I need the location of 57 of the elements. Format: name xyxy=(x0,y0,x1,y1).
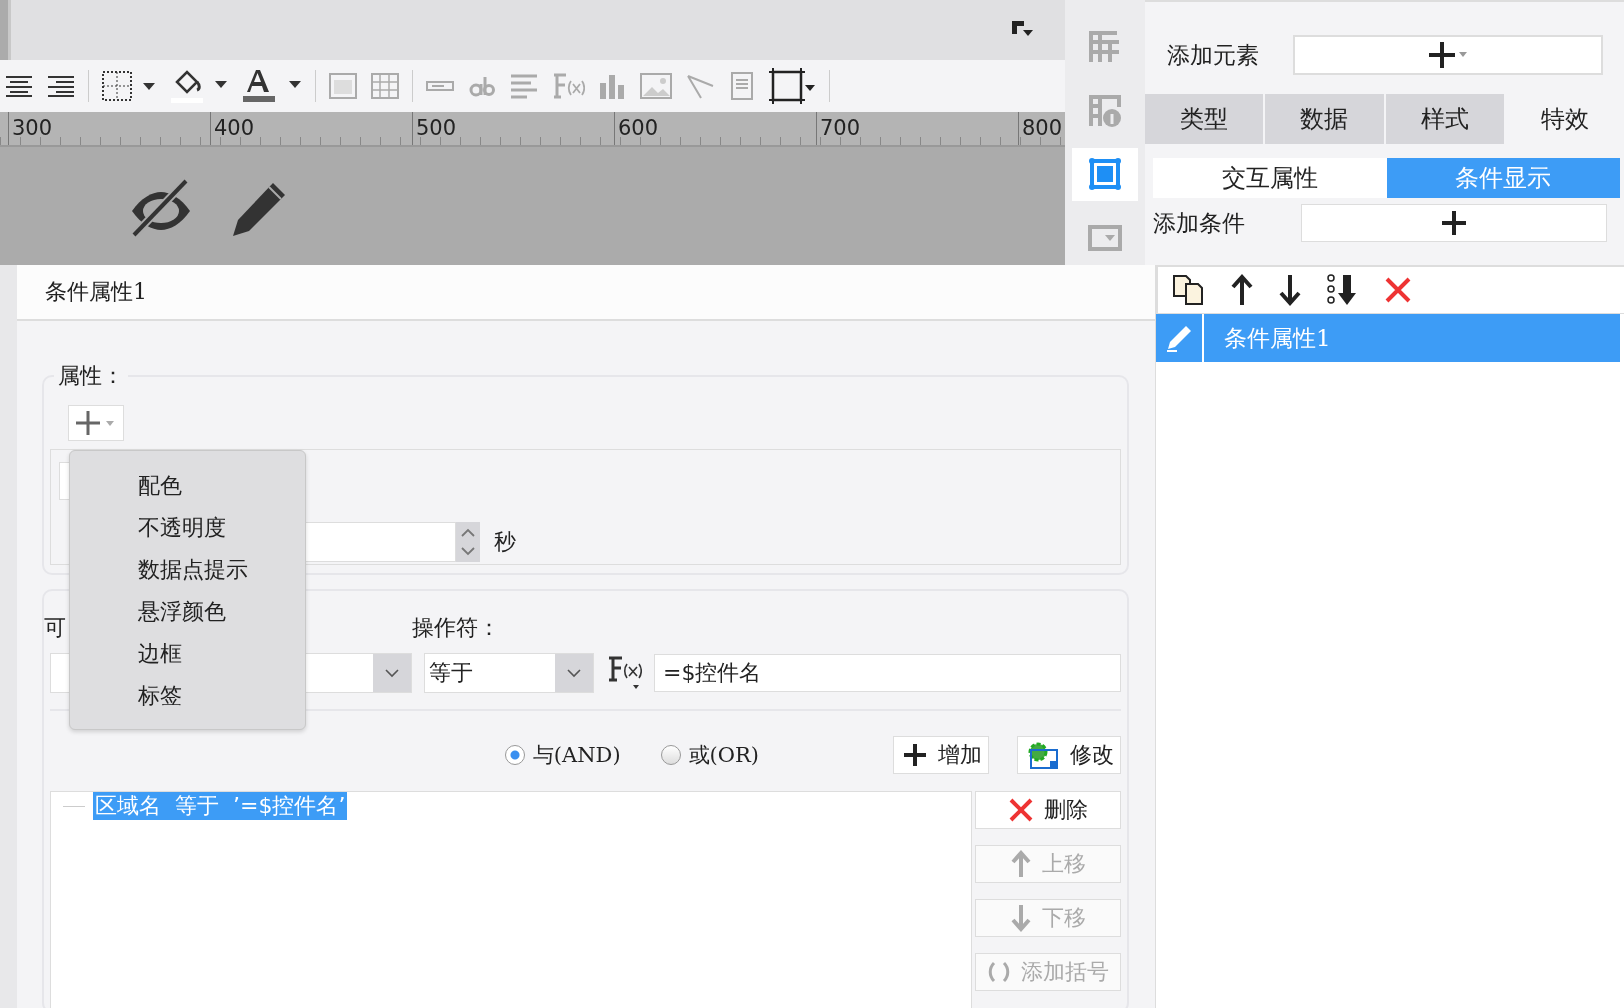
arrow-down-icon xyxy=(1010,904,1032,932)
delete-button[interactable]: 删除 xyxy=(975,791,1121,829)
ruler-label: 400 xyxy=(210,112,412,145)
border-grid-icon[interactable] xyxy=(101,70,157,102)
edit-icon[interactable] xyxy=(1164,323,1194,353)
copy-icon[interactable] xyxy=(1172,274,1206,306)
ruler-label: 700 xyxy=(816,112,1018,145)
menu-item[interactable]: 不透明度 xyxy=(70,507,305,549)
bracket-icon xyxy=(987,961,1011,983)
font-color-icon[interactable] xyxy=(241,68,303,104)
align-center-icon[interactable] xyxy=(4,74,34,98)
border-icon[interactable] xyxy=(769,68,817,104)
chevron-down-icon xyxy=(384,668,400,678)
tab[interactable]: 类型 xyxy=(1145,94,1264,144)
image-icon[interactable] xyxy=(639,71,673,101)
condition-name: 条件属性1 xyxy=(1223,324,1331,353)
add-button[interactable]: 增加 xyxy=(893,736,989,774)
close-icon xyxy=(1008,797,1034,823)
plus-icon xyxy=(1441,210,1467,236)
dialog-title: 条件属性1 xyxy=(17,265,1155,321)
attributes-legend: 属性： xyxy=(54,361,128,391)
ruler-label: 600 xyxy=(614,112,816,145)
arrow-up-icon xyxy=(1010,850,1032,878)
add-attribute-button[interactable] xyxy=(68,405,124,441)
spinner-buttons[interactable] xyxy=(456,522,480,562)
table-icon[interactable] xyxy=(370,71,400,101)
plus-icon xyxy=(1428,40,1468,70)
menu-item[interactable]: 数据点提示 xyxy=(70,549,305,591)
add-element-label: 添加元素 xyxy=(1167,40,1259,70)
arrow-down-icon[interactable] xyxy=(1278,274,1302,306)
operator-dropdown[interactable]: 等于 xyxy=(424,653,594,693)
plus-icon xyxy=(902,742,928,768)
add-condition-label: 添加条件 xyxy=(1153,208,1245,238)
tab[interactable]: 数据 xyxy=(1265,94,1384,144)
column-label: 可 xyxy=(44,614,67,642)
ruler-label: 300 xyxy=(8,112,210,145)
value-field[interactable]: =$控件名 xyxy=(654,654,1121,692)
modify-button[interactable]: 修改 xyxy=(1017,736,1121,774)
operator-label: 操作符： xyxy=(412,614,500,642)
tab[interactable]: 样式 xyxy=(1385,94,1504,144)
menu-item[interactable]: 标签 xyxy=(70,675,305,717)
menu-item[interactable]: 悬浮颜色 xyxy=(70,591,305,633)
gear-window-icon xyxy=(1026,740,1060,770)
paint-bucket-icon[interactable] xyxy=(169,68,229,104)
seconds-unit: 秒 xyxy=(494,528,516,556)
menu-item[interactable]: 配色 xyxy=(70,465,305,507)
align-right-icon[interactable] xyxy=(46,74,76,98)
radio-option[interactable]: 或(OR) xyxy=(660,741,759,769)
text-frame-icon[interactable] xyxy=(328,71,358,101)
ruler-label: 500 xyxy=(412,112,614,145)
delete-icon[interactable] xyxy=(1384,276,1412,304)
radio-option[interactable]: 与(AND) xyxy=(504,741,621,769)
menu-item[interactable]: 边框 xyxy=(70,633,305,675)
square-icon[interactable] xyxy=(1072,147,1138,202)
tab[interactable]: 交互属性 xyxy=(1153,158,1387,198)
chevron-down-icon xyxy=(566,668,582,678)
arrow-up-icon[interactable] xyxy=(1230,274,1254,306)
